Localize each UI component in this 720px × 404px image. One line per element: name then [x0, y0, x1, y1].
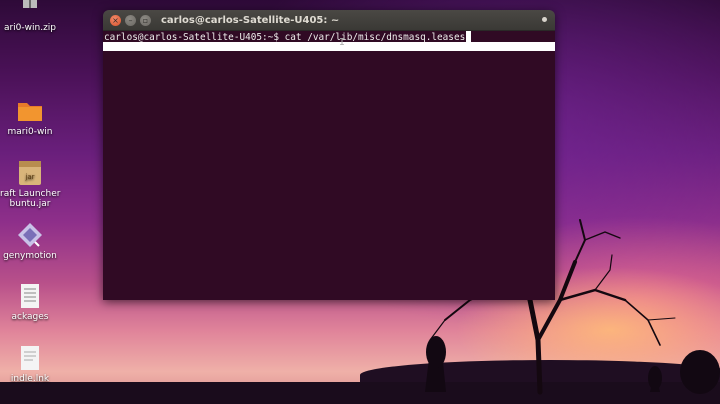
terminal-window[interactable]: × – ▫ carlos@carlos-Satellite-U405: ~ ca…	[103, 10, 555, 300]
window-title: carlos@carlos-Satellite-U405: ~	[161, 14, 340, 26]
desktop-icon-folder[interactable]: mari0-win	[0, 98, 60, 137]
desktop-icon-label: raft Launcher	[0, 189, 61, 199]
desktop-icon-label: mari0-win	[7, 127, 53, 137]
text-cursor	[466, 31, 472, 42]
window-titlebar[interactable]: × – ▫ carlos@carlos-Satellite-U405: ~	[103, 10, 555, 31]
close-button[interactable]: ×	[110, 14, 121, 26]
window-menu-icon[interactable]	[542, 17, 547, 22]
minimize-icon: –	[128, 15, 133, 25]
desktop-icon-jar[interactable]: jar raft Launcher buntu.jar	[0, 160, 60, 209]
close-icon: ×	[112, 15, 119, 25]
desktop-icon-zip[interactable]: ari0-win.zip	[0, 0, 60, 33]
folder-icon	[17, 98, 43, 124]
zip-archive-icon	[17, 0, 43, 20]
svg-text:jar: jar	[24, 173, 34, 181]
desktop-icon-kindle[interactable]: indle.lnk	[0, 345, 60, 384]
terminal-content[interactable]: carlos@carlos-Satellite-U405:~$ cat /var…	[103, 31, 555, 300]
minimize-button[interactable]: –	[125, 14, 136, 26]
desktop-icon-label: genymotion	[3, 251, 57, 261]
desktop-icon-label: ackages	[11, 312, 49, 322]
desktop-icon-genymotion[interactable]: genymotion	[0, 222, 60, 261]
desktop-icon-label: indle.lnk	[10, 374, 50, 384]
desktop-icon-packages[interactable]: ackages	[0, 283, 60, 322]
desktop-icon-label-line2: buntu.jar	[9, 199, 51, 209]
maximize-button[interactable]: ▫	[140, 14, 151, 26]
jar-file-icon: jar	[17, 160, 43, 186]
terminal-selection-bar	[103, 42, 555, 51]
genymotion-icon	[17, 222, 43, 248]
text-file-icon	[17, 283, 43, 309]
desktop-icon-label: ari0-win.zip	[3, 23, 57, 33]
document-icon	[17, 345, 43, 371]
mouse-ibeam-icon: I	[339, 37, 346, 48]
maximize-icon: ▫	[142, 15, 149, 25]
